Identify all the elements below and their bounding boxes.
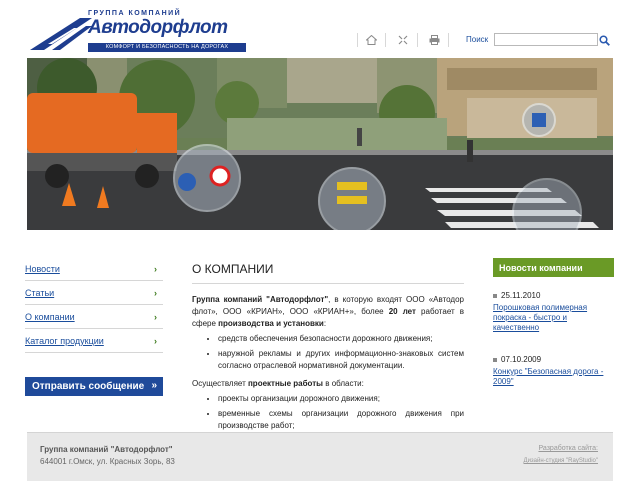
print-button[interactable] <box>426 33 442 47</box>
news-item: 07.10.2009 Конкурс "Безопасная дорога - … <box>493 355 614 387</box>
footer-company: Группа компаний "Автодорфлот" <box>40 445 173 454</box>
sitemap-icon <box>398 35 408 45</box>
header-separator <box>448 33 449 47</box>
search-input[interactable] <box>494 33 598 46</box>
send-message-label: Отправить сообщение <box>32 381 145 392</box>
double-chevron-right-icon: » <box>151 380 157 391</box>
list-item: наружной рекламы и других информационно-… <box>218 348 464 372</box>
footer-address: 644001 г.Омск, ул. Красных Зорь, 83 <box>40 457 175 466</box>
header-separator <box>417 33 418 47</box>
list-item: временные схемы организации дорожного дв… <box>218 408 464 432</box>
developer-link[interactable]: Разработка сайта: <box>538 445 598 452</box>
news-date: 07.10.2009 <box>493 355 614 364</box>
projects-text: Осуществляет <box>192 379 248 388</box>
news-date-text: 25.11.2010 <box>501 291 541 300</box>
company-name: Группа компаний "Автодорфлот" <box>192 295 329 304</box>
projects-text: в области: <box>323 379 364 388</box>
years-text: 20 лет <box>388 307 416 316</box>
left-menu: Новости › Статьи › О компании › Каталог … <box>25 258 163 354</box>
header-separator <box>357 33 358 47</box>
search-icon <box>598 34 610 46</box>
projects-list: проекты организации дорожного движения; … <box>192 393 464 432</box>
menu-item-label[interactable]: Новости <box>25 264 60 274</box>
search-button[interactable] <box>597 33 611 47</box>
header-separator <box>385 33 386 47</box>
list-item: средств обеспечения безопасности дорожно… <box>218 333 464 345</box>
projects-intro: Осуществляет проектные работы в области: <box>192 378 464 390</box>
main-content: О КОМПАНИИ Группа компаний "Автодорфлот"… <box>192 258 464 435</box>
road-logo-icon <box>30 18 92 50</box>
production-text: производства и установки <box>218 319 324 328</box>
news-date: 25.11.2010 <box>493 291 614 300</box>
chevron-right-icon: › <box>154 288 157 298</box>
sitemap-button[interactable] <box>395 33 411 47</box>
list-item: проекты организации дорожного движения; <box>218 393 464 405</box>
chevron-right-icon: › <box>154 312 157 322</box>
projects-bold: проектные работы <box>247 379 323 388</box>
footer: Группа компаний "Автодорфлот" 644001 г.О… <box>27 432 613 481</box>
menu-item-catalog[interactable]: Каталог продукции › <box>25 330 163 353</box>
intro-text: : <box>323 319 327 328</box>
menu-item-label[interactable]: Статьи <box>25 288 54 298</box>
home-icon <box>365 35 377 45</box>
print-icon <box>429 35 439 45</box>
news-item: 25.11.2010 Порошковая полимерная покраск… <box>493 291 614 333</box>
news-link[interactable]: Порошковая полимерная покраска - быстро … <box>493 303 614 333</box>
header: ГРУППА КОМПАНИЙ Автодорфлот КОМФОРТ И БЕ… <box>0 0 640 58</box>
logo-name: Автодорфлот <box>88 17 228 38</box>
menu-item-label[interactable]: Каталог продукции <box>25 336 104 346</box>
bullet-square-icon <box>493 357 497 362</box>
news-date-text: 07.10.2009 <box>501 355 542 364</box>
home-button[interactable] <box>363 33 379 47</box>
search-label: Поиск <box>466 35 489 44</box>
intro-paragraph: Группа компаний "Автодорфлот", в которую… <box>192 294 464 330</box>
logo[interactable]: ГРУППА КОМПАНИЙ Автодорфлот КОМФОРТ И БЕ… <box>30 10 246 52</box>
news-header[interactable]: Новости компании <box>493 258 614 277</box>
menu-item-news[interactable]: Новости › <box>25 258 163 281</box>
page-title: О КОМПАНИИ <box>192 262 464 284</box>
menu-item-about[interactable]: О компании › <box>25 306 163 329</box>
menu-item-label[interactable]: О компании <box>25 312 75 322</box>
chevron-right-icon: › <box>154 264 157 274</box>
logo-tagline: КОМФОРТ И БЕЗОПАСНОСТЬ НА ДОРОГАХ <box>88 43 246 52</box>
services-list: средств обеспечения безопасности дорожно… <box>192 333 464 372</box>
hero-banner <box>27 58 613 230</box>
street-scene-illustration <box>27 58 613 230</box>
news-panel: Новости компании 25.11.2010 Порошковая п… <box>493 258 614 387</box>
send-message-button[interactable]: Отправить сообщение » <box>25 377 163 396</box>
logo-group-text: ГРУППА КОМПАНИЙ <box>88 10 182 17</box>
bullet-square-icon <box>493 293 497 298</box>
chevron-right-icon: › <box>154 336 157 346</box>
news-link[interactable]: Конкурс "Безопасная дорога - 2009" <box>493 367 614 387</box>
menu-item-articles[interactable]: Статьи › <box>25 282 163 305</box>
studio-link[interactable]: Дизайн-студия "RayStudio" <box>524 458 599 464</box>
